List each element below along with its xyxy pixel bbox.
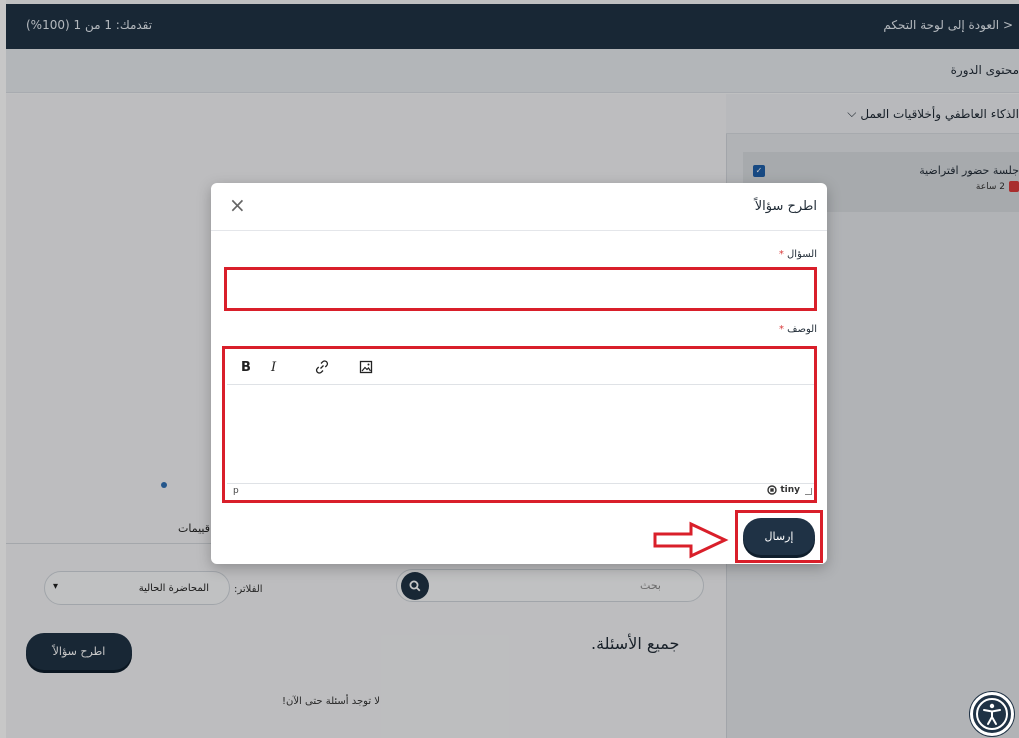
description-editor[interactable]: B I p tiny [222,346,817,503]
image-icon[interactable] [359,360,373,378]
required-mark: * [778,249,784,260]
editor-toolbar: B I [227,351,814,385]
tiny-icon [767,485,778,495]
editor-path: p [233,486,239,496]
close-icon[interactable]: × [229,195,246,215]
description-label: الوصف * [779,324,817,335]
editor-statusbar: p tiny [227,483,814,499]
description-label-text: الوصف [787,324,817,335]
editor-body[interactable] [227,387,814,481]
required-mark: * [778,324,784,335]
accessibility-icon [976,698,1008,730]
question-label: السؤال * [779,249,817,260]
send-button-highlight: إرسال [735,510,823,563]
question-label-text: السؤال [787,249,817,260]
tiny-logo: tiny [767,485,800,495]
question-input[interactable] [224,267,817,311]
send-button[interactable]: إرسال [743,518,815,555]
bold-button[interactable]: B [241,360,251,375]
ask-question-modal: اطرح سؤالاً × السؤال * الوصف * B I p tin… [211,183,827,564]
italic-button[interactable]: I [271,360,276,375]
tiny-brand-text: tiny [780,485,800,495]
modal-title: اطرح سؤالاً [754,199,817,214]
resize-handle[interactable] [805,488,812,495]
modal-header: اطرح سؤالاً × [211,183,827,231]
accessibility-button[interactable] [970,692,1014,736]
link-icon[interactable] [315,360,329,378]
annotation-arrow [653,521,729,559]
